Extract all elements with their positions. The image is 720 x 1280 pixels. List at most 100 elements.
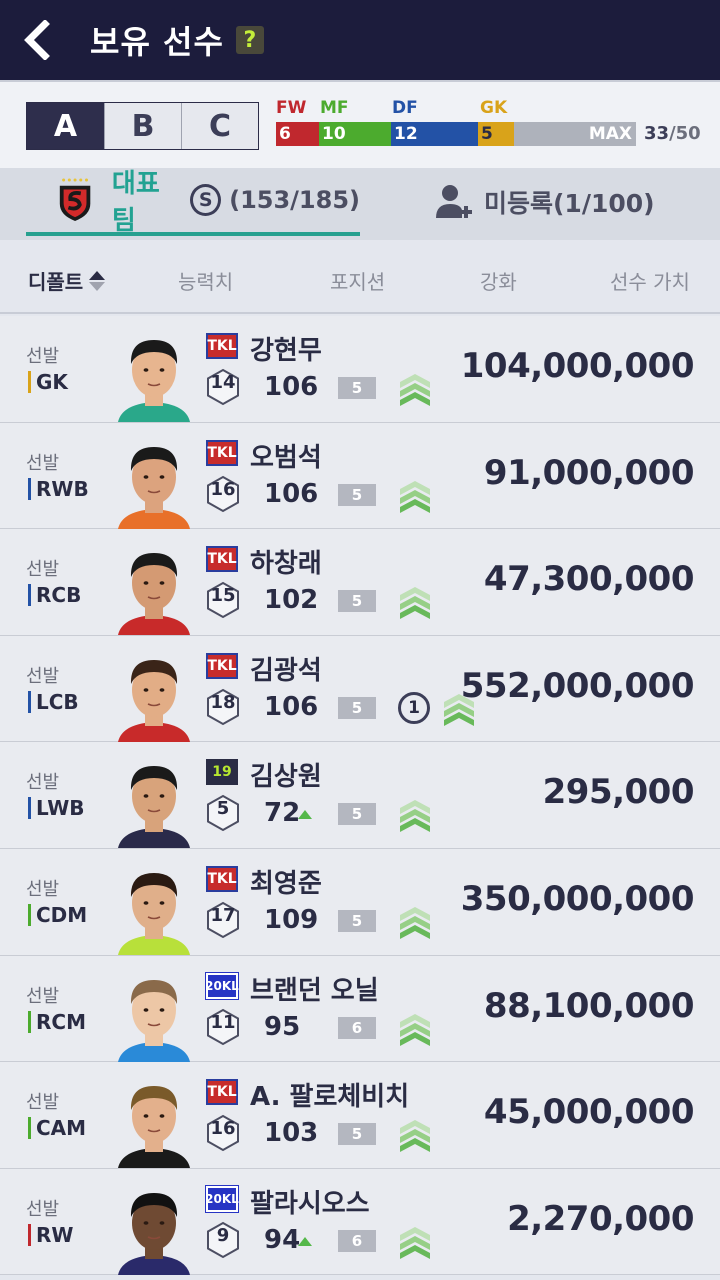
season-badge: 20KL	[205, 972, 239, 999]
player-ovr: 102	[264, 585, 319, 616]
enhance-level: 5	[338, 803, 376, 826]
lineup-status: 선발	[26, 559, 60, 581]
player-row[interactable]: 선발 LWB 19 김상원 5 72 5 295,000	[0, 742, 720, 849]
player-position: LWB	[28, 797, 85, 820]
player-count-current: 33	[644, 123, 670, 144]
sort-value[interactable]: 선수 가치	[610, 266, 690, 295]
help-icon[interactable]: ?	[235, 26, 264, 54]
lineup-status: 선발	[26, 772, 60, 794]
tab-main-team[interactable]: 대표팀 S (153/185)	[26, 168, 360, 236]
player-position: RCB	[28, 584, 81, 607]
squad-tab-a[interactable]: A	[27, 103, 104, 149]
season-badge: 19	[206, 759, 238, 786]
player-name: 오범석	[250, 442, 322, 473]
player-name: 강현무	[250, 336, 322, 366]
back-button[interactable]	[0, 0, 72, 80]
player-name: 하창래	[250, 549, 322, 580]
season-badge: TKL	[206, 865, 238, 892]
tab-unregistered[interactable]: 미등록(1/100)	[434, 168, 655, 236]
jersey-number: 15	[210, 585, 236, 607]
player-row[interactable]: 선발 RW 20KL 팔라시오스 9 94 6 2,270,000	[0, 1168, 720, 1276]
team-tabs: 대표팀 S (153/185) 미등록(1/100)	[0, 168, 720, 240]
lineup-status: 선발	[26, 665, 60, 687]
sort-default[interactable]: 디폴트	[28, 266, 107, 295]
enhance-level: 5	[338, 483, 376, 506]
lineup-status: 선발	[26, 985, 60, 1007]
top-bar: 보유 선수 ?	[0, 0, 720, 80]
squad-tab-c[interactable]: C	[181, 103, 258, 149]
player-value: 350,000,000	[460, 878, 695, 919]
player-row[interactable]: 선발 LCB TKL 김광석 18 106 5 1 552,000,000	[0, 635, 720, 743]
player-row[interactable]: 선발 CAM TKL A. 팔로체비치 16 103 5 45,000,000	[0, 1062, 720, 1169]
jersey-number: 17	[210, 904, 236, 926]
rank-up-chevron-icon	[400, 480, 430, 513]
player-ovr: 109	[264, 904, 319, 935]
season-badge: TKL	[206, 546, 238, 573]
season-badge: TKL	[206, 439, 238, 466]
mf-label: MF	[320, 98, 349, 118]
gk-label: GK	[480, 98, 508, 118]
squad-bar: A B C FW MF DF GK 6 10 12 5 MAX 33/50	[0, 80, 720, 168]
player-row[interactable]: 선발 RWB TKL 오범석 16 106 5 91,000,000	[0, 422, 720, 530]
lineup-status: 선발	[26, 452, 60, 474]
enhance-level: 6	[338, 1016, 376, 1039]
player-name: 김광석	[250, 655, 322, 686]
add-user-icon	[436, 185, 472, 218]
sort-position[interactable]: 포지션	[330, 266, 385, 295]
player-portrait	[118, 659, 190, 742]
player-position: CDM	[28, 903, 87, 926]
team-name: 대표팀	[111, 169, 160, 236]
season-badge: TKL	[206, 333, 238, 359]
season-badge: 20KL	[205, 1185, 239, 1212]
player-name: 팔라시오스	[250, 1188, 370, 1219]
player-portrait	[118, 872, 190, 955]
club-crest-icon	[59, 178, 91, 221]
jersey-number: 14	[210, 372, 236, 393]
sort-ability[interactable]: 능력치	[178, 266, 233, 295]
player-ovr: 103	[264, 1118, 319, 1149]
enhance-level: 5	[338, 590, 376, 613]
player-value: 552,000,000	[460, 665, 695, 706]
player-ovr: 94	[264, 1224, 301, 1255]
rank-up-chevron-icon	[400, 800, 430, 833]
chevron-left-icon	[24, 20, 50, 60]
player-row[interactable]: 선발 GK TKL 강현무 14 106 5 104,000,000	[0, 316, 720, 423]
player-row[interactable]: 선발 RCB TKL 하창래 15 102 5 47,300,000	[0, 529, 720, 636]
page-title: 보유 선수	[90, 23, 224, 61]
s-badge-icon: S	[190, 184, 222, 216]
sort-arrows-icon	[89, 270, 106, 291]
player-name: 브랜던 오닐	[250, 975, 379, 1006]
jersey-number: 16	[210, 478, 236, 500]
rank-up-chevron-icon	[400, 374, 430, 406]
rank-up-chevron-icon	[400, 906, 430, 939]
player-ovr: 72	[264, 798, 301, 829]
player-row[interactable]: 선발 RCM 20KL 브랜던 오닐 11 95 6 88,100,000	[0, 955, 720, 1063]
squad-selector: A B C	[26, 102, 259, 150]
player-position: RW	[28, 1223, 73, 1246]
player-portrait	[118, 979, 190, 1062]
df-count: 12	[391, 122, 478, 146]
fw-count: 6	[276, 122, 319, 146]
player-value: 88,100,000	[483, 985, 695, 1026]
enhance-level: 5	[338, 1123, 376, 1146]
rank-up-chevron-icon	[400, 1226, 430, 1259]
lineup-status: 선발	[26, 878, 60, 900]
jersey-number: 18	[210, 691, 236, 713]
player-portrait	[118, 1192, 190, 1275]
ovr-up-arrow-icon	[298, 810, 312, 820]
season-badge: TKL	[206, 1079, 238, 1106]
player-position: RWB	[28, 477, 89, 500]
player-ovr: 95	[264, 1011, 301, 1042]
df-label: DF	[392, 98, 418, 118]
sort-default-label: 디폴트	[28, 270, 84, 294]
gk-count: 5	[478, 122, 514, 146]
lineup-status: 선발	[26, 1092, 60, 1114]
player-row[interactable]: 선발 CDM TKL 최영준 17 109 5 350,000,000	[0, 848, 720, 956]
player-portrait	[118, 340, 190, 422]
player-portrait	[118, 766, 190, 849]
jersey-number: 9	[216, 1224, 230, 1246]
player-value: 2,270,000	[507, 1198, 694, 1239]
sort-enhance[interactable]: 강화	[480, 266, 517, 295]
player-ovr: 106	[264, 691, 319, 722]
squad-tab-b[interactable]: B	[104, 103, 181, 149]
